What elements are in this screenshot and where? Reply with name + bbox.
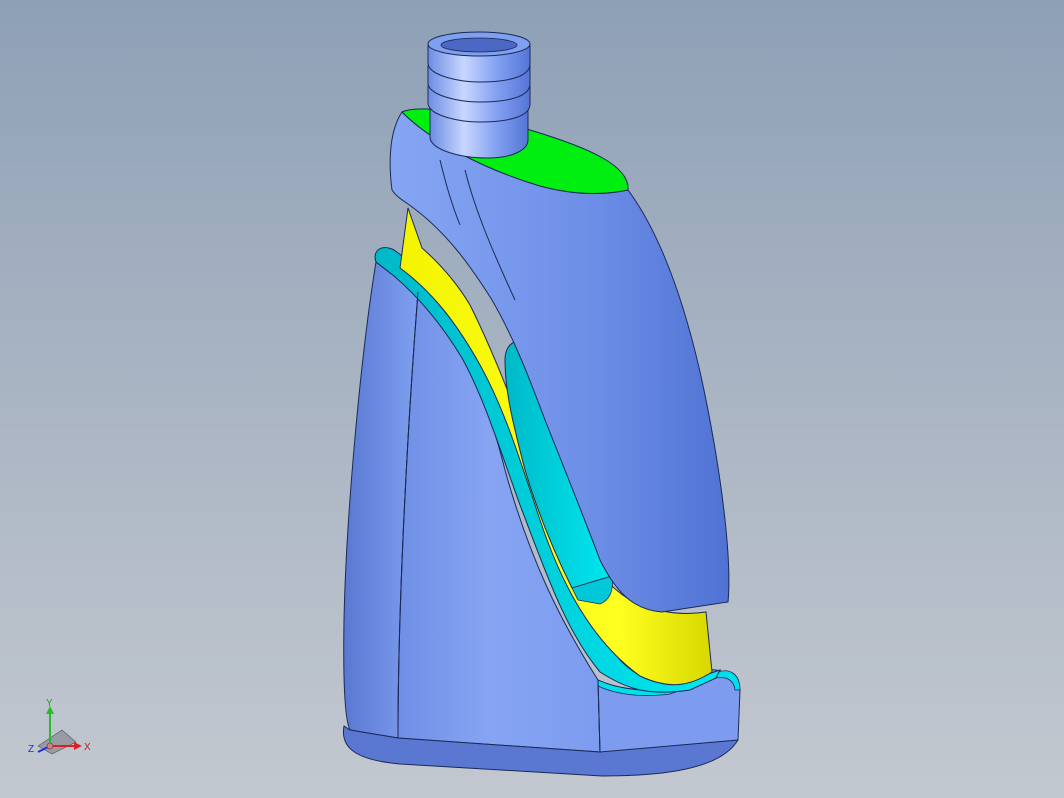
neck-mouth-opening: [440, 37, 518, 53]
axis-triad: Y X Z: [28, 698, 91, 755]
triad-z-label: Z: [28, 744, 34, 755]
triad-origin: [46, 742, 54, 750]
triad-x-label: X: [84, 742, 91, 753]
graphics-viewport[interactable]: Y X Z: [0, 0, 1064, 798]
triad-x-arrow: [74, 742, 82, 750]
triad-y-label: Y: [46, 698, 53, 709]
bottle-model[interactable]: [0, 0, 1064, 798]
triad-base-plane: [37, 729, 77, 755]
